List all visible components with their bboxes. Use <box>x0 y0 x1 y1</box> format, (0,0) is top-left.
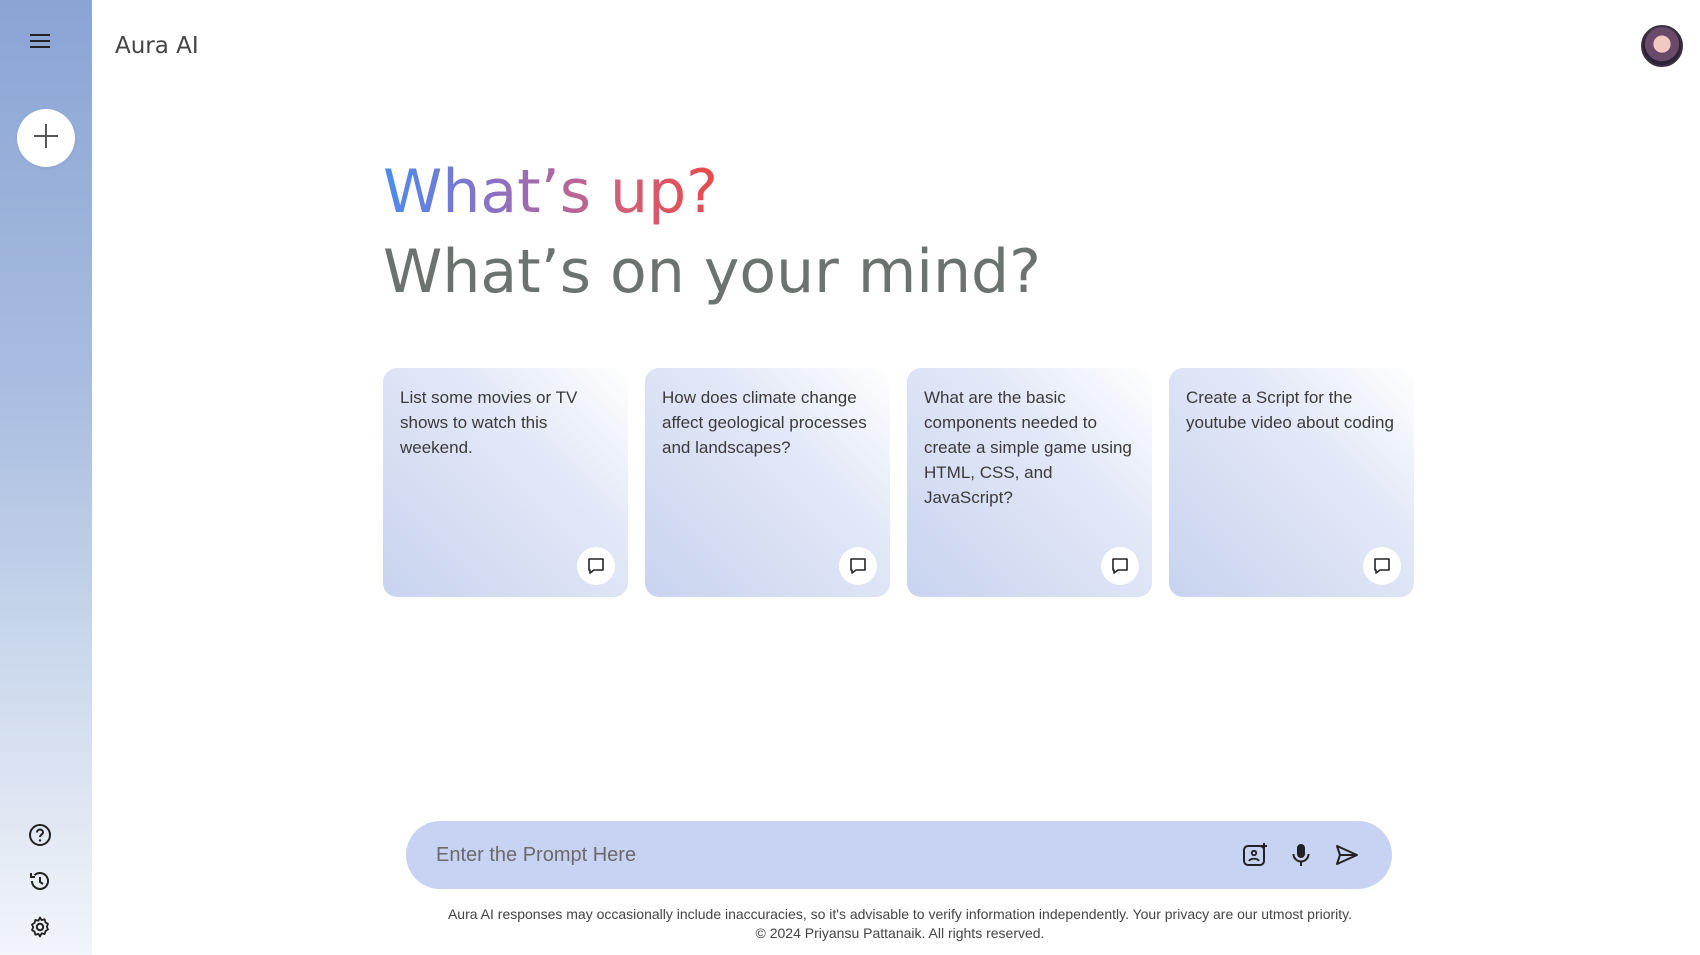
message-icon <box>577 547 615 585</box>
footer-copyright: © 2024 Priyansu Pattanaik. All rights re… <box>755 925 1045 941</box>
suggestion-card[interactable]: Create a Script for the youtube video ab… <box>1169 368 1414 597</box>
suggestion-card-text: What are the basic components needed to … <box>924 388 1132 507</box>
suggestion-card-text: Create a Script for the youtube video ab… <box>1186 388 1394 432</box>
mic-icon[interactable] <box>1286 840 1316 870</box>
suggestion-cards: List some movies or TV shows to watch th… <box>383 368 1414 597</box>
footer: Aura AI responses may occasionally inclu… <box>0 905 1700 943</box>
help-icon[interactable] <box>26 821 54 849</box>
message-icon <box>839 547 877 585</box>
suggestion-card[interactable]: List some movies or TV shows to watch th… <box>383 368 628 597</box>
new-chat-button[interactable] <box>17 109 75 167</box>
greeting-subheadline: What’s on your mind? <box>383 237 1041 307</box>
history-icon[interactable] <box>26 867 54 895</box>
send-icon[interactable] <box>1332 840 1362 870</box>
message-icon <box>1101 547 1139 585</box>
avatar[interactable] <box>1641 25 1683 67</box>
suggestion-card-text: How does climate change affect geologica… <box>662 388 867 457</box>
menu-icon[interactable] <box>24 28 56 54</box>
prompt-input[interactable] <box>436 843 1224 867</box>
message-icon <box>1363 547 1401 585</box>
plus-icon <box>33 123 59 153</box>
greeting-headline: What’s up? <box>383 152 718 232</box>
prompt-bar <box>406 821 1392 889</box>
suggestion-card[interactable]: How does climate change affect geologica… <box>645 368 890 597</box>
footer-disclaimer: Aura AI responses may occasionally inclu… <box>447 906 1353 922</box>
suggestion-card[interactable]: What are the basic components needed to … <box>907 368 1152 597</box>
sidebar <box>0 0 92 955</box>
app-title: Aura AI <box>115 33 199 59</box>
image-icon[interactable] <box>1240 840 1270 870</box>
suggestion-card-text: List some movies or TV shows to watch th… <box>400 388 578 457</box>
